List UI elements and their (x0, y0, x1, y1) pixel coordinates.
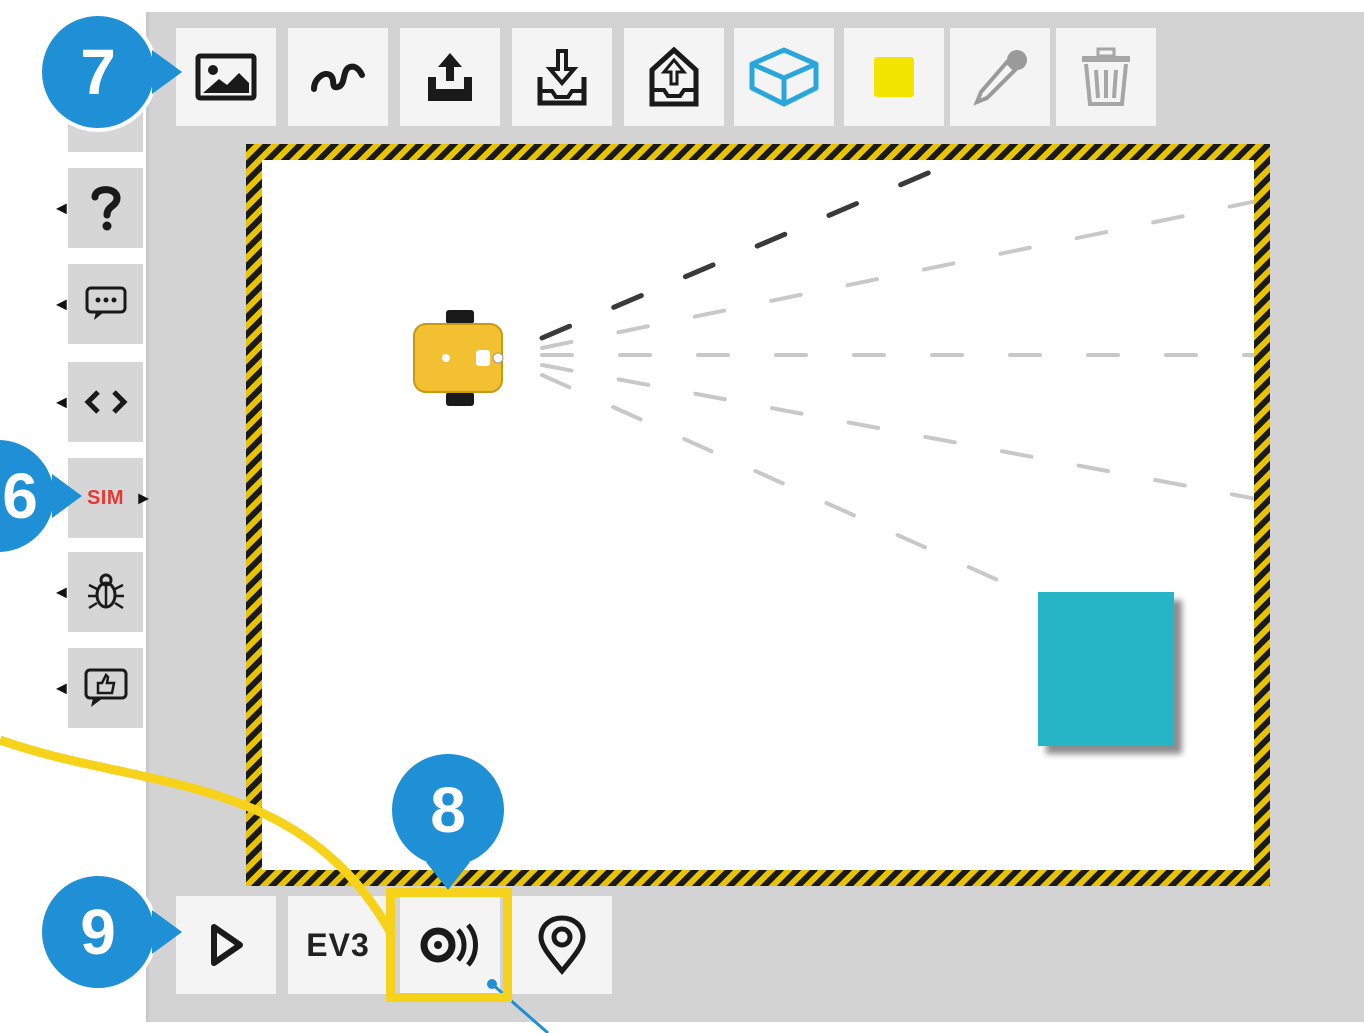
sidebar-item-debug[interactable]: ◀ (56, 552, 143, 632)
expand-left-arrow-icon: ◀ (56, 295, 67, 312)
callout-9: 9 (38, 872, 158, 992)
yellow-square-icon (874, 57, 914, 97)
eyedropper-icon (973, 50, 1027, 106)
cube-icon (749, 47, 819, 107)
question-icon (91, 186, 121, 231)
sidebar-item-feedback[interactable]: ◀ (56, 648, 143, 728)
callout-6-number: 6 (2, 460, 38, 532)
download-tray-icon (537, 49, 587, 106)
background-image-button[interactable] (176, 28, 276, 126)
sidebar-item-help[interactable]: ◀ (56, 168, 143, 248)
run-button[interactable] (176, 896, 276, 994)
expand-right-arrow-icon: ▶ (138, 489, 149, 506)
callout-8: 8 (388, 750, 508, 870)
callout-7-number: 7 (80, 36, 116, 108)
trash-icon (1082, 47, 1130, 106)
callout-9-number: 9 (80, 896, 116, 968)
trail-squiggle-icon (311, 63, 365, 92)
expand-left-arrow-icon: ◀ (56, 583, 67, 600)
sidebar-item-messages[interactable]: ◀ (56, 264, 143, 344)
expand-left-arrow-icon: ◀ (56, 199, 67, 216)
import-button[interactable] (512, 28, 612, 126)
sensor-highlight-box (386, 888, 512, 1002)
color-picker-button[interactable] (950, 28, 1050, 126)
bug-icon (87, 573, 124, 610)
reset-position-button[interactable] (512, 896, 612, 994)
thumbs-up-bubble-icon (84, 668, 127, 707)
callout-8-number: 8 (430, 774, 466, 846)
play-icon (211, 924, 243, 966)
export-button[interactable] (400, 28, 500, 126)
upload-box-icon (649, 46, 699, 107)
obstacle-block[interactable] (1038, 592, 1174, 746)
trail-button[interactable] (288, 28, 388, 126)
callout-7: 7 (38, 12, 158, 132)
upload-scene-button[interactable] (624, 28, 724, 126)
delete-button[interactable] (1056, 28, 1156, 126)
sidebar-item-code[interactable]: ◀ (56, 362, 143, 442)
code-brackets-icon (83, 390, 128, 414)
speech-bubble-icon (85, 286, 126, 320)
color-area-button[interactable] (844, 28, 944, 126)
add-obstacle-button[interactable] (734, 28, 834, 126)
location-pin-icon (538, 915, 586, 975)
expand-left-arrow-icon: ◀ (56, 393, 67, 410)
sim-tab-label: SIM (86, 486, 125, 509)
upload-tray-icon (428, 53, 472, 101)
robot[interactable] (408, 310, 508, 406)
image-icon (195, 53, 257, 101)
expand-left-arrow-icon: ◀ (56, 679, 67, 696)
robot-type-label: EV3 (306, 926, 370, 963)
robot-type-button[interactable]: EV3 (288, 896, 388, 994)
